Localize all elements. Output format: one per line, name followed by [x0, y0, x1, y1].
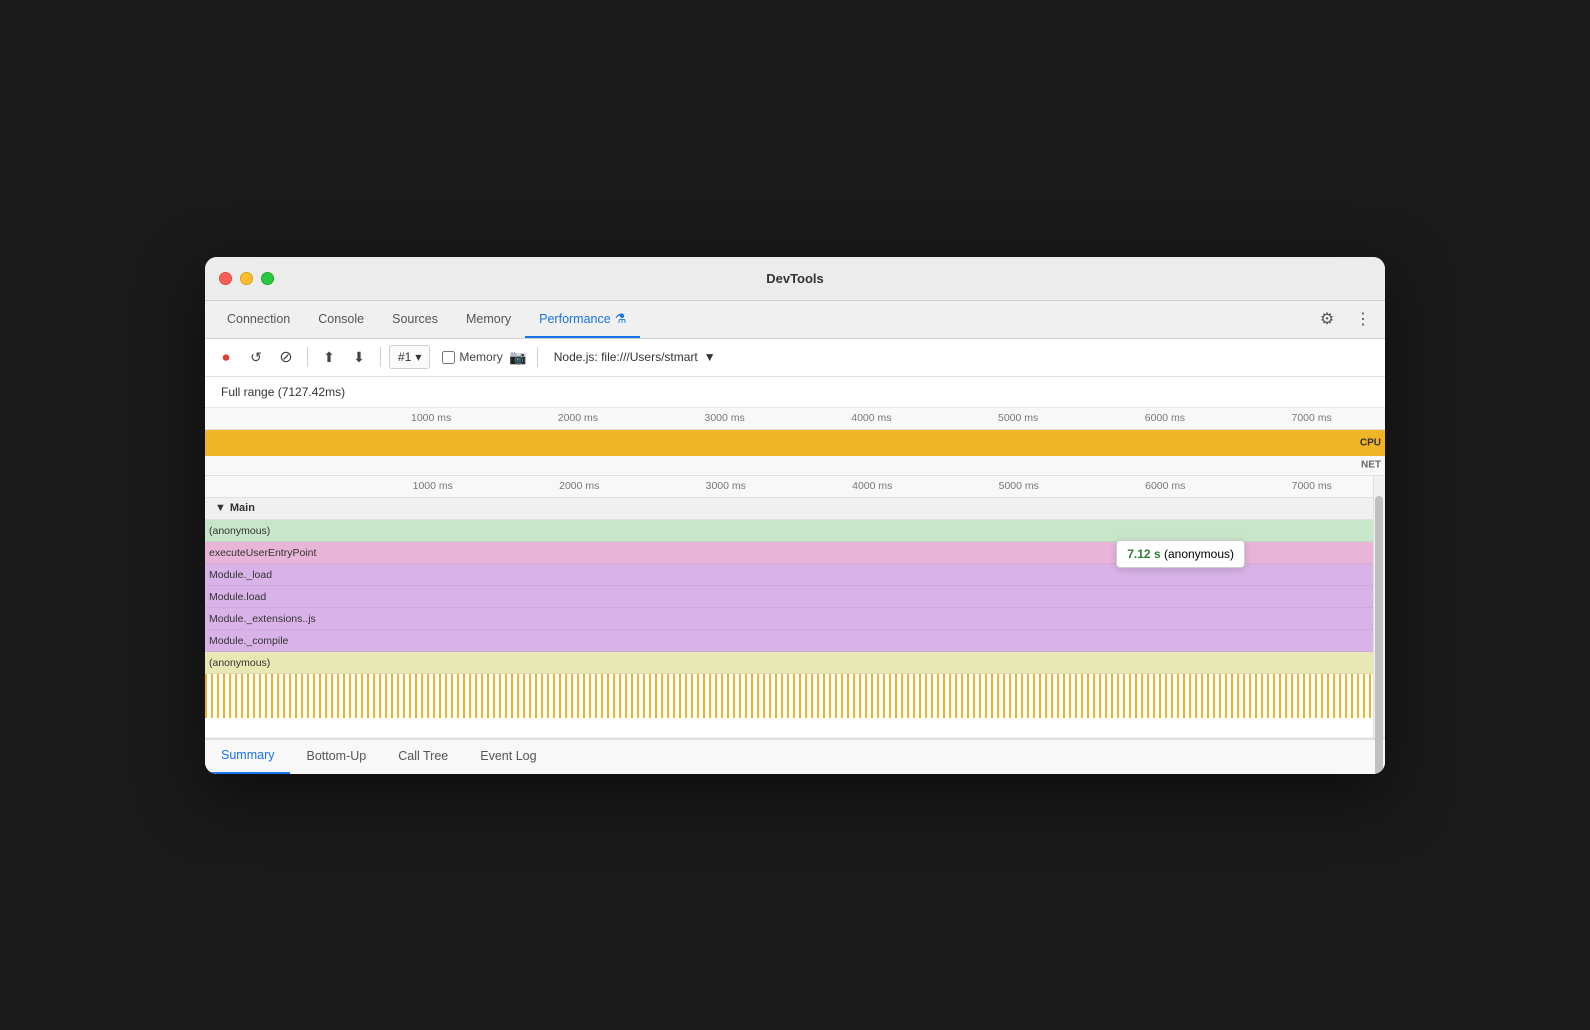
scrollbar-thumb[interactable]	[1375, 496, 1383, 774]
range-text: Full range (7127.42ms)	[221, 385, 345, 399]
flame-time-mark-4: 4000 ms	[799, 480, 946, 492]
maximize-button[interactable]	[261, 272, 274, 285]
tab-memory[interactable]: Memory	[452, 300, 525, 338]
time-mark-1: 1000 ms	[358, 412, 505, 424]
traffic-lights	[219, 272, 274, 285]
main-section-label: ▼ Main	[205, 498, 1385, 520]
flame-block-anonymous-2: (anonymous)	[205, 653, 1373, 673]
flame-ruler: 1000 ms 2000 ms 3000 ms 4000 ms 5000 ms …	[205, 476, 1385, 498]
close-button[interactable]	[219, 272, 232, 285]
memory-checkbox[interactable]	[442, 351, 455, 364]
bottom-tab-eventlog[interactable]: Event Log	[464, 738, 552, 774]
separator-1	[307, 347, 308, 367]
node-selector: Node.js: file:///Users/stmart ▼	[554, 350, 716, 364]
time-marks-top: 1000 ms 2000 ms 3000 ms 4000 ms 5000 ms …	[207, 412, 1385, 424]
net-bar: NET	[205, 456, 1385, 476]
session-dropdown-icon: ▾	[415, 350, 421, 364]
flame-time-mark-1: 1000 ms	[360, 480, 507, 492]
time-mark-5: 5000 ms	[945, 412, 1092, 424]
flame-block-module-ext: Module._extensions..js	[205, 609, 1373, 629]
devtools-window: DevTools Connection Console Sources Memo…	[205, 257, 1385, 774]
flame-time-mark-0	[213, 480, 360, 492]
session-selector[interactable]: #1 ▾	[389, 345, 430, 369]
more-button[interactable]: ⋮	[1349, 305, 1377, 333]
time-mark-2: 2000 ms	[505, 412, 652, 424]
cpu-label: CPU	[1360, 437, 1381, 448]
flame-area: 1000 ms 2000 ms 3000 ms 4000 ms 5000 ms …	[205, 476, 1385, 738]
tab-connection[interactable]: Connection	[213, 300, 304, 338]
titlebar: DevTools	[205, 257, 1385, 301]
time-mark-0	[211, 412, 358, 424]
flame-row-anonymous-2[interactable]: (anonymous)	[205, 652, 1385, 674]
flame-block-module-compile: Module._compile	[205, 631, 1373, 651]
flame-time-mark-6: 6000 ms	[1092, 480, 1239, 492]
time-mark-3: 3000 ms	[651, 412, 798, 424]
flame-row-execute[interactable]: executeUserEntryPoint 7.12 s (anonymous)	[205, 542, 1385, 564]
node-dropdown-button[interactable]: ▼	[704, 350, 716, 364]
flame-time-mark-5: 5000 ms	[946, 480, 1093, 492]
flame-row-anonymous-1[interactable]: (anonymous)	[205, 520, 1385, 542]
memory-checkbox-area: Memory	[442, 350, 502, 364]
minimize-button[interactable]	[240, 272, 253, 285]
settings-button[interactable]: ⚙	[1313, 305, 1341, 333]
flame-dense-2	[205, 696, 1385, 718]
capture-button[interactable]: 📷	[507, 346, 529, 368]
toolbar: ⏺ ↺ ⊘ ⬆ ⬇ #1 ▾ Memory 📷 Node.js: file://…	[205, 339, 1385, 377]
node-dropdown-icon: ▼	[704, 350, 716, 364]
bottom-tab-summary[interactable]: Summary	[205, 738, 290, 774]
tabs-bar: Connection Console Sources Memory Perfor…	[205, 301, 1385, 339]
section-name: Main	[230, 502, 255, 514]
separator-3	[537, 347, 538, 367]
flame-row-module-compile[interactable]: Module._compile	[205, 630, 1385, 652]
tabs-right: ⚙ ⋮	[1313, 305, 1377, 333]
content-area: Full range (7127.42ms) 1000 ms 2000 ms 3…	[205, 377, 1385, 774]
node-label: Node.js: file:///Users/stmart	[554, 350, 698, 364]
memory-checkbox-label: Memory	[459, 350, 502, 364]
tab-console[interactable]: Console	[304, 300, 378, 338]
window-title: DevTools	[766, 271, 824, 286]
flame-block-anonymous-1: (anonymous)	[205, 521, 1373, 541]
time-marks-flame: 1000 ms 2000 ms 3000 ms 4000 ms 5000 ms …	[209, 480, 1385, 492]
clear-button[interactable]: ⊘	[273, 344, 299, 370]
net-label: NET	[1361, 460, 1381, 471]
flame-dense-1	[205, 674, 1385, 696]
bottom-tabs: Summary Bottom-Up Call Tree Event Log	[205, 738, 1385, 774]
session-label: #1	[398, 350, 411, 364]
flame-block-execute: executeUserEntryPoint	[205, 543, 1373, 563]
flame-row-module-load2[interactable]: Module.load	[205, 586, 1385, 608]
bottom-tab-calltree[interactable]: Call Tree	[382, 738, 464, 774]
time-mark-7: 7000 ms	[1238, 412, 1385, 424]
flame-time-mark-2: 2000 ms	[506, 480, 653, 492]
flame-time-mark-7: 7000 ms	[1239, 480, 1386, 492]
flame-block-module-load: Module._load	[205, 565, 1373, 585]
time-ruler-top: 1000 ms 2000 ms 3000 ms 4000 ms 5000 ms …	[205, 408, 1385, 430]
time-mark-4: 4000 ms	[798, 412, 945, 424]
flame-row-module-ext[interactable]: Module._extensions..js	[205, 608, 1385, 630]
flask-icon: ⚗	[615, 311, 627, 327]
tab-performance[interactable]: Performance ⚗	[525, 300, 640, 338]
tab-sources[interactable]: Sources	[378, 300, 452, 338]
flame-block-module-load2: Module.load	[205, 587, 1373, 607]
cpu-bar: CPU	[205, 430, 1385, 456]
vertical-scrollbar[interactable]	[1373, 476, 1385, 738]
flame-row-module-load[interactable]: Module._load	[205, 564, 1385, 586]
timeline-area: 1000 ms 2000 ms 3000 ms 4000 ms 5000 ms …	[205, 408, 1385, 476]
bottom-tab-bottomup[interactable]: Bottom-Up	[290, 738, 382, 774]
flame-row-empty	[205, 718, 1385, 738]
flame-rows: (anonymous) executeUserEntryPoint 7.12 s…	[205, 520, 1385, 738]
time-mark-6: 6000 ms	[1092, 412, 1239, 424]
reload-button[interactable]: ↺	[243, 344, 269, 370]
upload-button[interactable]: ⬆	[316, 344, 342, 370]
collapse-icon[interactable]: ▼	[215, 502, 226, 514]
flame-time-mark-3: 3000 ms	[653, 480, 800, 492]
separator-2	[380, 347, 381, 367]
record-button[interactable]: ⏺	[213, 344, 239, 370]
download-button[interactable]: ⬇	[346, 344, 372, 370]
range-header: Full range (7127.42ms)	[205, 377, 1385, 408]
